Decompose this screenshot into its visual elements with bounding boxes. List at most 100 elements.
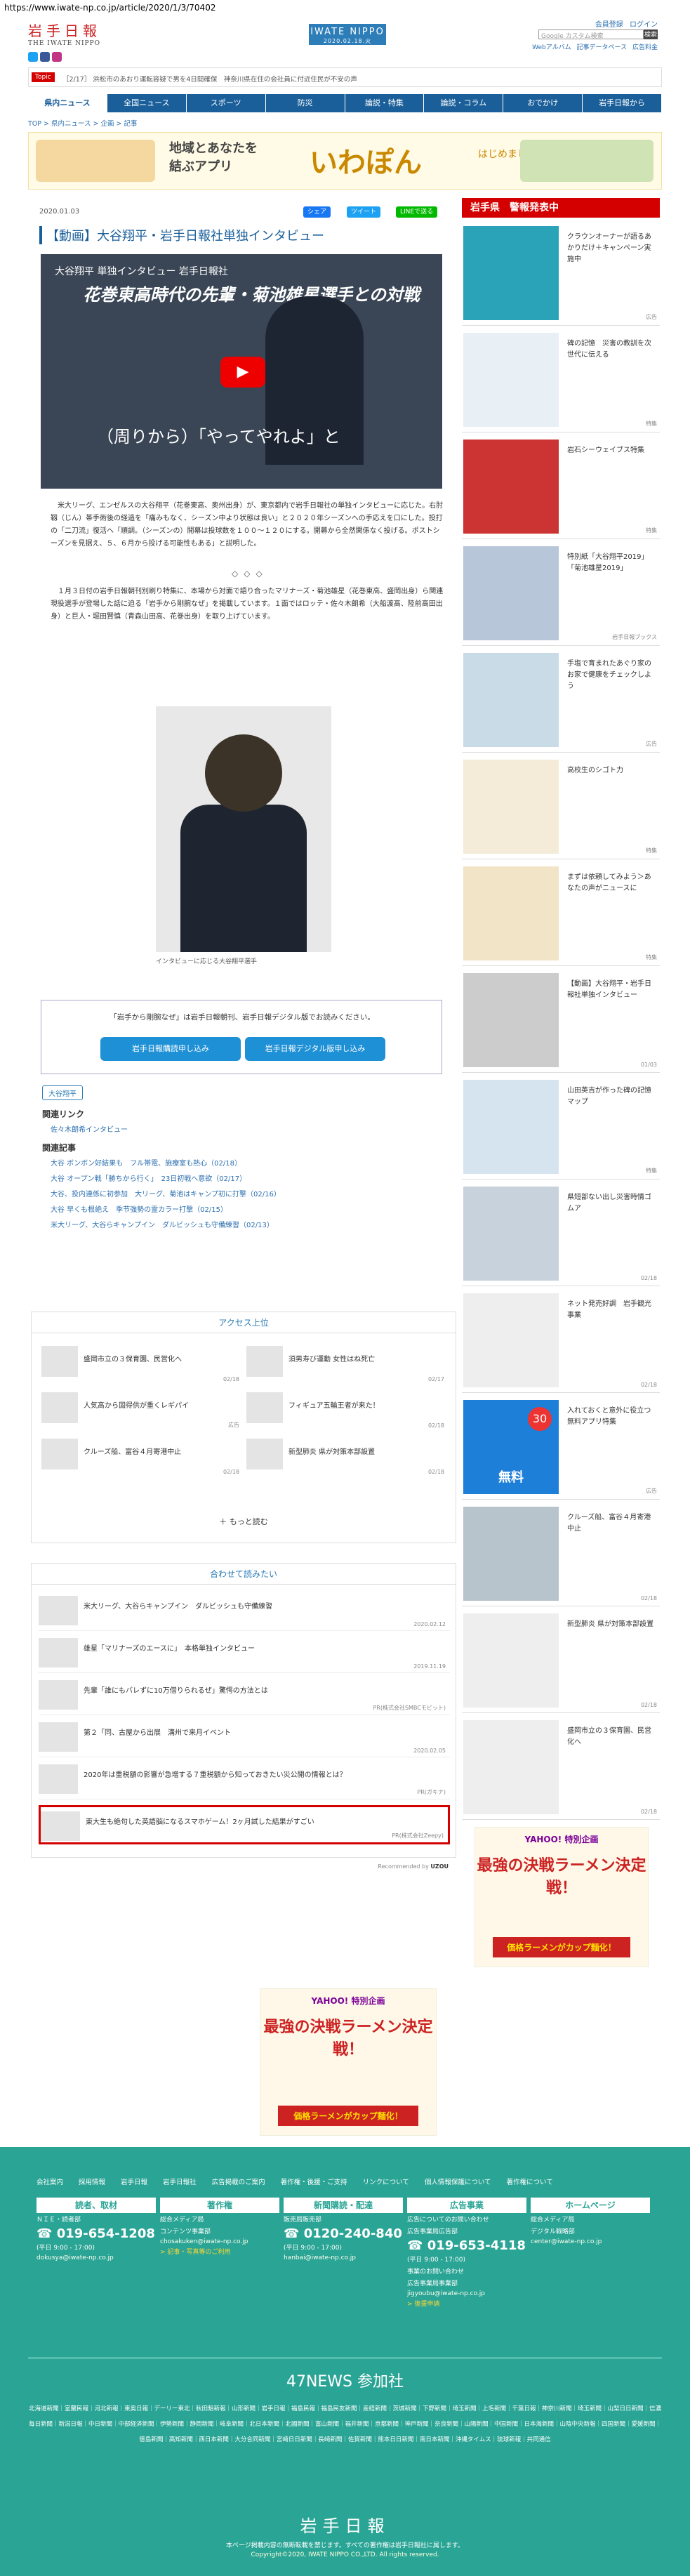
banner-illustration-left xyxy=(36,140,155,182)
subscribe-text: 「岩手から剛腕なぜ」は岩手日報朝刊、岩手日報デジタル版でお読みください。 xyxy=(110,1013,375,1022)
footer-col-ads: 広告事業 広告についてのお問い合わせ 広告事業局広告部 ☎ 019-653-41… xyxy=(407,2198,526,2352)
article-date: 2020.01.03 xyxy=(39,208,80,216)
sidebar-item[interactable]: クラウンオーナーが語るあかりだけ＋キャンペーン実施中 広告 xyxy=(462,219,660,326)
ranking-thumb xyxy=(246,1346,283,1377)
ranking-thumb xyxy=(41,1439,78,1469)
related-article[interactable]: 米大リーグ、大谷らキャンプイン ダルビッシュも守備練習（02/13） xyxy=(51,1219,274,1229)
header-sub-links: Webアルバム 記事データベース 広告料金 xyxy=(529,42,658,51)
related-links-heading: 関連リンク xyxy=(42,1109,85,1119)
brand-badge[interactable]: IWATE NIPPO 2020.02.18.火 xyxy=(309,24,386,45)
search-input[interactable]: Google カスタム検索 xyxy=(538,29,644,40)
nav-columns[interactable]: 論説・コラム xyxy=(424,94,504,112)
recommend-item[interactable]: 先輩「誰にもバレずに10万借りられるぜ」驚愕の方法とは PR(株式会社SMBCモビ… xyxy=(39,1676,450,1715)
partner-list[interactable]: 北海道新聞｜室蘭民報｜河北新報｜東奥日報｜デーリー東北｜秋田魁新報｜山形新聞｜岩… xyxy=(28,2401,662,2448)
sidebar-item[interactable]: 【動画】大谷翔平・岩手日報社単独インタビュー 01/03 xyxy=(462,966,660,1073)
topic-ticker[interactable]: Topic ［2/17］ 浜松市のあおり運転容疑で男を4日間確保 神奈川県在住の… xyxy=(28,67,662,87)
nav-from-nippo[interactable]: 岩手日報から xyxy=(583,94,662,112)
recommend-item[interactable]: 2020年は重税額の影響が急増する７重税額から知っておきたい災公開の情報とは？ P… xyxy=(39,1760,450,1799)
register-link[interactable]: 会員登録 xyxy=(595,21,623,29)
sidebar-item[interactable]: 高校生のシゴト力 特集 xyxy=(462,753,660,859)
database-link[interactable]: 記事データベース xyxy=(577,44,628,51)
sidebar-item[interactable]: クルーズ船、富谷４月寄港中止 02/18 xyxy=(462,1500,660,1606)
ranking-item[interactable]: 須男寿び運動 女性はね死亡 02/17 xyxy=(246,1343,447,1382)
related-article[interactable]: 大谷 早くも根絶え 季节強勢の霊カラー打撃（02/15） xyxy=(51,1203,227,1214)
ranking-item[interactable]: 盛岡市立の３保育園、民営化へ 02/18 xyxy=(41,1343,242,1382)
article-body-1: 米大リーグ、エンゼルスの大谷翔平（花巻東高、奥州出身）が、東京都内で岩手日報社の… xyxy=(51,502,444,548)
sidebar-item[interactable]: 山田英吉が作った碑の記憶マップ 特集 xyxy=(462,1073,660,1180)
login-link[interactable]: ログイン xyxy=(630,21,658,29)
weather-alert-header[interactable]: 岩手県 警報発表中 xyxy=(462,198,660,218)
twitter-icon[interactable] xyxy=(28,51,38,62)
sidebar-item[interactable]: 盛岡市立の３保育園、民営化へ 02/18 xyxy=(462,1713,660,1820)
phone-icon: ☎ xyxy=(284,2226,304,2241)
plus-icon: ＋ xyxy=(219,1517,230,1526)
access-heading: アクセス上位 xyxy=(32,1312,456,1333)
sidebar-item[interactable]: ネット発売好調 岩手観光事業 02/18 xyxy=(462,1286,660,1393)
tweet-button[interactable]: ツイート xyxy=(347,206,381,218)
related-article[interactable]: 大谷 オープン戦「勝ちから行く」 23日初戦へ意欲（02/17） xyxy=(51,1173,246,1183)
url-bar[interactable]: https://www.iwate-np.co.jp/article/2020/… xyxy=(0,0,690,15)
photo-caption: インタビューに応じる大谷翔平選手 xyxy=(156,958,258,965)
nav-disaster[interactable]: 防災 xyxy=(266,94,345,112)
phone-icon: ☎ xyxy=(407,2238,427,2253)
section-divider: ◇◇◇ xyxy=(232,569,268,579)
footer-col-copyright: 著作権 総合メディア局 コンテンツ事業部 chosakuken@iwate-np… xyxy=(160,2198,279,2310)
nav-prefecture-news[interactable]: 県内ニュース xyxy=(28,94,107,112)
facebook-icon[interactable] xyxy=(40,51,50,62)
app-banner[interactable]: 地域とあなたを 結ぶアプリ いわぽん はじめました xyxy=(28,132,662,190)
ramen-ad-bottom[interactable]: YAHOO! 特別企画 最強の決戦ラーメン決定戦！ 価格ラーメンがカップ麺化！ xyxy=(260,1988,437,2136)
ad-rates-link[interactable]: 広告料金 xyxy=(632,44,658,51)
topic-text[interactable]: ［2/17］ 浜松市のあおり運転容疑で男を4日間確保 神奈川県在住の会社員に付近… xyxy=(62,74,652,84)
search-button[interactable]: 検索 xyxy=(644,29,658,39)
recommend-item-highlighted[interactable]: 東大生も絶句した英語脳になるスマホゲーム！2ヶ月試した結果がすごい PR(株式会社… xyxy=(39,1805,450,1844)
footer-logo: 岩手日報 xyxy=(300,2516,390,2536)
breadcrumb[interactable]: TOP > 県内ニュース > 企画 > 記事 xyxy=(28,118,138,128)
topic-tag-chip[interactable]: 大谷翔平 xyxy=(42,1085,83,1100)
ramen-ad-sidebar[interactable]: YAHOO! 特別企画 最強の決戦ラーメン決定戦！ 価格ラーメンがカップ麺化！ xyxy=(475,1827,649,1967)
ranking-item[interactable]: クルーズ船、富谷４月寄港中止 02/18 xyxy=(41,1436,242,1475)
sidebar-item[interactable]: 特別紙「大谷翔平2019」「菊池雄星2019」 岩手日報ブックス xyxy=(462,539,660,646)
recommended-by[interactable]: Recommended by UZOU xyxy=(378,1863,449,1870)
nav-sports[interactable]: スポーツ xyxy=(187,94,266,112)
notification-badge: 30 xyxy=(528,1407,552,1431)
sidebar-item[interactable]: 新型肺炎 県が対策本部設置 02/18 xyxy=(462,1606,660,1713)
sidebar-item[interactable]: まずは依頼してみよう＞あなたの声がニュースに 特集 xyxy=(462,859,660,966)
subscribe-digital-button[interactable]: 岩手日報デジタル版申し込み xyxy=(245,1037,385,1061)
footer-copyright: Copyright©2020, IWATE NIPPO CO.,LTD. All… xyxy=(251,2551,439,2558)
photo-suit xyxy=(180,805,307,952)
related-article[interactable]: 大谷、投内連係に初参加 大リーグ、菊池はキャンプ初に打撃（02/16） xyxy=(51,1188,281,1198)
sidebar-item[interactable]: 碑の記憶 災害の教訓を次世代に伝える 特集 xyxy=(462,326,660,432)
related-article[interactable]: 大谷 ボンボン好結果も フル帯電、施療室も熱心（02/18） xyxy=(51,1157,241,1168)
sidebar-item[interactable]: 県短部ない出し災害時情ゴムア 02/18 xyxy=(462,1180,660,1286)
ranking-item[interactable]: 新型肺炎 県が対策本部設置 02/18 xyxy=(246,1436,447,1475)
instagram-icon[interactable] xyxy=(52,51,62,62)
sidebar-item[interactable]: 手塩で育まれたあぐり家のお家で健康をチェックしよう 広告 xyxy=(462,646,660,753)
phone-icon: ☎ xyxy=(37,2226,57,2241)
video-player[interactable]: 大谷翔平 単独インタビュー 岩手日報社 花巻東高時代の先輩・菊池雄星選手との対戦… xyxy=(41,254,442,489)
nav-national-news[interactable]: 全国ニュース xyxy=(107,94,187,112)
facebook-share-button[interactable]: シェア xyxy=(303,206,331,218)
ranking-item[interactable]: フィギュア五輪王者が来た！ 02/18 xyxy=(246,1389,447,1429)
nav-features[interactable]: 論説・特集 xyxy=(345,94,425,112)
site-logo[interactable]: 岩手日報 THE IWATE NIPPO xyxy=(28,20,105,62)
crown-ad-thumb xyxy=(463,226,559,320)
account-links: 会員登録 ログイン xyxy=(591,18,658,29)
sidebar-item[interactable]: 岩石シーウェイブス特集 特集 xyxy=(462,432,660,539)
recommend-item[interactable]: 第２「同、古屋から出展 溝州で来月イベント 2020.02.05 xyxy=(39,1718,450,1757)
sidebar-item[interactable]: 30 無料 入れておくと意外に役立つ無料アプリ特集 広告 xyxy=(462,1393,660,1500)
banner-illustration-right xyxy=(520,140,653,182)
recommend-item[interactable]: 米大リーグ、大谷らキャンプイン ダルビッシュも守備練習 2020.02.12 xyxy=(39,1592,450,1631)
article-body-2: １月３日付の岩手日報朝刊別刷り特集に、本場から対面で語り合ったマリナーズ・菊池雄… xyxy=(51,588,444,621)
album-link[interactable]: Webアルバム xyxy=(532,44,571,51)
line-share-button[interactable]: LINEで送る xyxy=(396,206,438,218)
site-footer: 会社案内 採用情報 岩手日報 岩手日報社 広告掲載のご案内 著作権・後援・ご支持 リンクにつ… xyxy=(0,2147,690,2576)
recommend-item[interactable]: 雄星「マリナーズのエースに」 本格単独インタビュー 2019.11.19 xyxy=(39,1634,450,1673)
subscribe-paper-button[interactable]: 岩手日報購読申し込み xyxy=(100,1037,241,1061)
related-link[interactable]: 佐々木朗希インタビュー xyxy=(51,1123,128,1134)
play-icon[interactable]: ▶ xyxy=(220,357,265,388)
read-more-button[interactable]: ＋ もっと読む xyxy=(32,1516,456,1527)
nav-outings[interactable]: おでかけ xyxy=(503,94,583,112)
article-photo[interactable] xyxy=(156,706,331,952)
ranking-item[interactable]: 人気高から固得供が重くレギパイ 広告 xyxy=(41,1389,242,1429)
photo-head xyxy=(205,734,282,812)
